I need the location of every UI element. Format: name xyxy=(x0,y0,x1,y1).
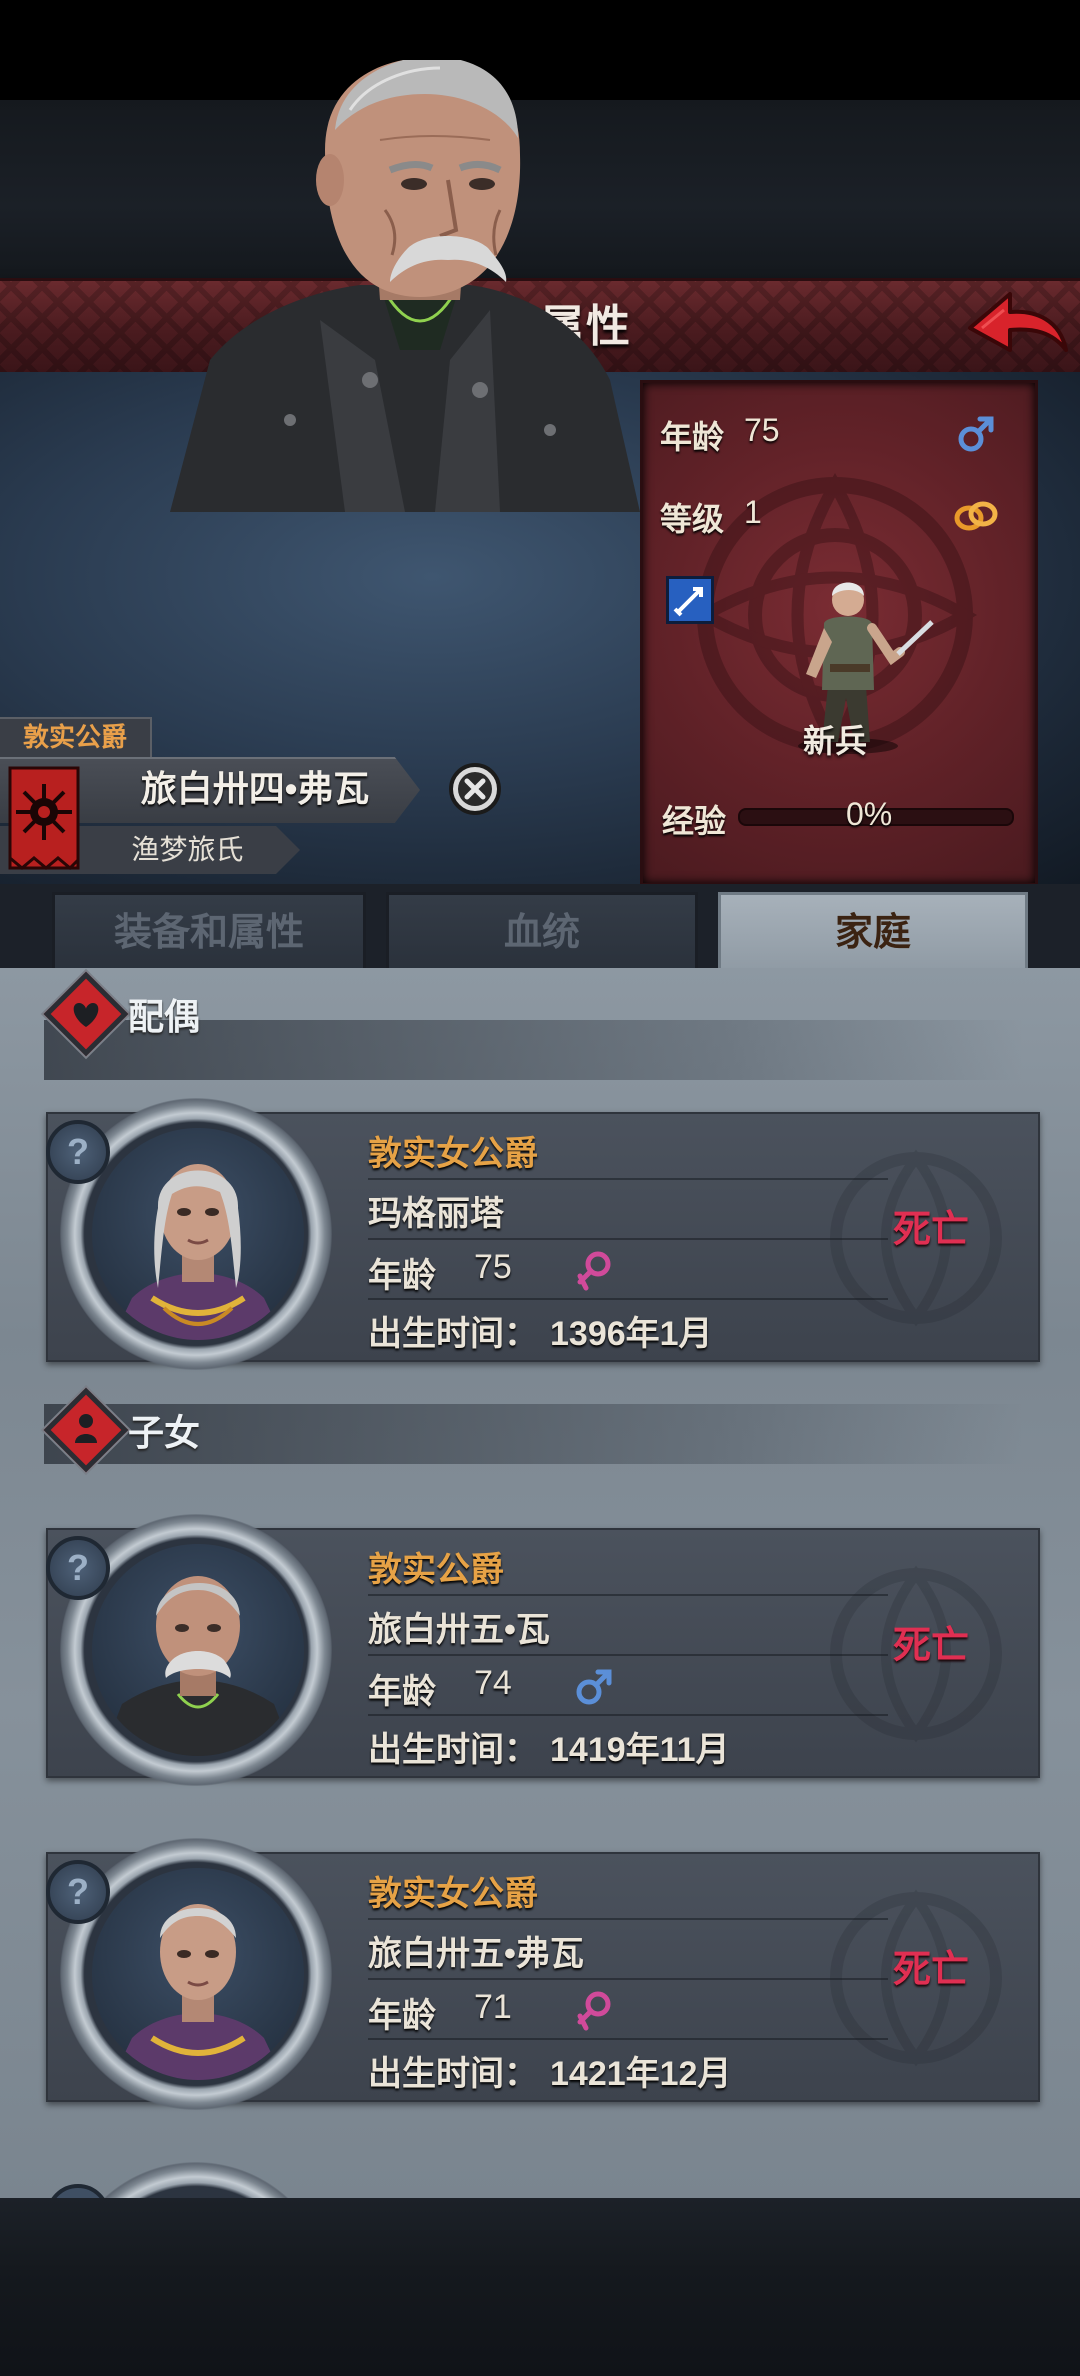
character-title: 敦实公爵 xyxy=(22,722,127,752)
spouse-age-label: 年龄 xyxy=(368,1257,436,1295)
age-value: 75 xyxy=(744,412,780,448)
back-arrow-icon[interactable] xyxy=(964,284,1070,364)
children-section-title: 子女 xyxy=(128,1412,201,1453)
female-symbol-icon xyxy=(577,1991,611,2031)
child-age-label: 年龄 xyxy=(368,1673,436,1711)
divider xyxy=(368,1238,888,1240)
child-status: 死亡 xyxy=(892,1625,969,1667)
family-content: 配偶 ? 敦实女公爵 玛格丽塔 年龄 75 出生时间： 1396年1月 死亡 子… xyxy=(0,968,1080,2198)
divider xyxy=(368,1178,888,1180)
child-status: 死亡 xyxy=(892,1949,969,1991)
help-question-icon[interactable] xyxy=(46,2184,110,2198)
child-age: 71 xyxy=(474,1988,512,2026)
child-birth-label: 出生时间： xyxy=(368,1731,538,1769)
child-name: 旅白卅五•瓦 xyxy=(368,1611,550,1649)
child-birth: 1419年11月 xyxy=(550,1731,730,1769)
tab-family[interactable]: 家庭 xyxy=(718,892,1028,975)
spouse-status: 死亡 xyxy=(892,1209,969,1251)
level-value: 1 xyxy=(744,494,762,530)
divider xyxy=(368,1918,888,1920)
exp-label: 经验 xyxy=(662,803,727,839)
help-question-icon[interactable]: ? xyxy=(46,1120,110,1184)
child-age-label: 年龄 xyxy=(368,1997,436,2035)
divider xyxy=(368,1298,888,1300)
child-portrait xyxy=(92,1544,304,1756)
divider xyxy=(368,1654,888,1656)
tab-bloodline[interactable]: 血统 xyxy=(386,892,698,974)
divider xyxy=(368,1978,888,1980)
spouse-birth-label: 出生时间： xyxy=(368,1315,538,1353)
divider xyxy=(368,1714,888,1716)
child-card[interactable]: ? 敦实公爵 旅白卅五•瓦 年龄 74 出生时间： 1419年11月 死亡 xyxy=(46,1514,1040,1786)
divider xyxy=(368,2038,888,2040)
child-birth-label: 出生时间： xyxy=(368,2055,538,2093)
character-portrait xyxy=(170,60,640,512)
spouse-title: 敦实女公爵 xyxy=(368,1135,538,1173)
child-title: 敦实公爵 xyxy=(368,1551,504,1589)
spouse-section-title: 配偶 xyxy=(128,996,201,1037)
spouse-portrait xyxy=(92,1128,304,1340)
child-title: 敦实女公爵 xyxy=(368,1875,538,1913)
spouse-card[interactable]: ? 敦实女公爵 玛格丽塔 年龄 75 出生时间： 1396年1月 死亡 xyxy=(46,1098,1040,1370)
house-banner-icon[interactable] xyxy=(8,766,80,870)
spouse-name: 玛格丽塔 xyxy=(368,1195,504,1233)
child-card[interactable]: ? 敦实女公爵 旅白卅五•弗瓦 年龄 71 出生时间： 1421年12月 死亡 xyxy=(46,1838,1040,2110)
divider xyxy=(368,1594,888,1596)
sword-skill-icon[interactable] xyxy=(666,576,714,624)
spouse-birth: 1396年1月 xyxy=(550,1315,713,1353)
character-name: 旅白卅四•弗瓦 xyxy=(140,768,370,809)
male-symbol-icon xyxy=(958,416,994,452)
child-card-partial[interactable] xyxy=(46,2162,1036,2198)
bottom-background xyxy=(0,2198,1080,2376)
child-portrait xyxy=(92,1868,304,2080)
wedding-rings-icon xyxy=(954,501,998,531)
female-symbol-icon xyxy=(577,1251,611,1291)
close-circle-icon[interactable] xyxy=(448,762,502,816)
male-symbol-icon xyxy=(576,1669,612,1705)
child-birth: 1421年12月 xyxy=(550,2055,732,2093)
unit-type-label: 新兵 xyxy=(802,723,867,759)
child-name: 旅白卅五•弗瓦 xyxy=(368,1935,584,1973)
child-age: 74 xyxy=(474,1664,512,1702)
help-question-icon[interactable]: ? xyxy=(46,1860,110,1924)
exp-percent: 0% xyxy=(846,796,893,832)
level-label: 等级 xyxy=(660,501,725,537)
age-label: 年龄 xyxy=(660,419,725,455)
character-house: 渔梦旅氏 xyxy=(131,834,244,865)
help-question-icon[interactable]: ? xyxy=(46,1536,110,1600)
spouse-age: 75 xyxy=(474,1248,512,1286)
tab-equipment-attributes[interactable]: 装备和属性 xyxy=(52,892,366,974)
